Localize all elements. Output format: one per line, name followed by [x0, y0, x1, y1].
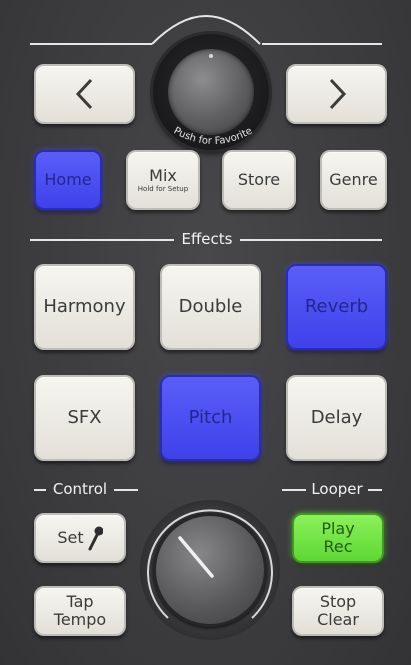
control-divider-right: [114, 489, 138, 491]
store-label: Store: [237, 170, 281, 189]
top-divider-left: [30, 43, 152, 45]
mix-button[interactable]: Mix Hold for Setup: [126, 150, 200, 210]
double-label: Double: [178, 296, 243, 317]
top-divider-right: [262, 43, 382, 45]
home-button[interactable]: Home: [34, 150, 102, 210]
delay-label: Delay: [310, 407, 363, 428]
set-button[interactable]: Set: [34, 513, 126, 563]
harmony-button[interactable]: Harmony: [34, 264, 135, 350]
pitch-label: Pitch: [188, 407, 233, 428]
stop-clear-button[interactable]: Stop Clear: [292, 586, 384, 636]
delay-button[interactable]: Delay: [286, 375, 387, 461]
mix-label: Mix: [149, 165, 177, 185]
tap-label: Tap: [66, 592, 94, 611]
looper-divider-left: [282, 489, 306, 491]
looper-divider-right: [368, 489, 382, 491]
genre-button[interactable]: Genre: [320, 150, 387, 210]
microphone-icon: [88, 526, 103, 551]
device-panel: Push for Favorite Home Mix Hold for Setu…: [0, 0, 411, 665]
sfx-button[interactable]: SFX: [34, 375, 135, 461]
genre-label: Genre: [329, 170, 378, 189]
reverb-label: Reverb: [304, 296, 369, 317]
effects-header: Effects: [181, 230, 233, 248]
level-knob-pointer: [178, 536, 214, 578]
chevron-right-icon: [329, 78, 346, 110]
tempo-label: Tempo: [53, 610, 107, 629]
tap-tempo-button[interactable]: Tap Tempo: [34, 586, 126, 636]
set-label: Set: [57, 528, 84, 547]
stop-label: Stop: [319, 592, 357, 611]
pitch-button[interactable]: Pitch: [160, 375, 261, 461]
sfx-label: SFX: [67, 407, 102, 428]
home-label: Home: [44, 170, 92, 189]
play-rec-button[interactable]: Play Rec: [292, 513, 384, 563]
rec-label: Rec: [323, 537, 353, 556]
play-label: Play: [321, 519, 355, 538]
clear-label: Clear: [317, 610, 359, 629]
reverb-button[interactable]: Reverb: [286, 264, 387, 350]
knob-caption: Push for Favorite: [172, 126, 255, 148]
mix-sublabel: Hold for Setup: [137, 184, 189, 193]
double-button[interactable]: Double: [160, 264, 261, 350]
level-knob[interactable]: [156, 516, 264, 624]
svg-text:Push for Favorite: Push for Favorite: [172, 126, 255, 148]
prev-button[interactable]: [34, 64, 135, 124]
store-button[interactable]: Store: [222, 150, 296, 210]
looper-header: Looper: [311, 480, 363, 498]
control-header: Control: [52, 480, 108, 498]
chevron-left-icon: [75, 78, 92, 110]
effects-divider-right: [240, 239, 382, 241]
next-button[interactable]: [286, 64, 387, 124]
browse-knob-indicator: [209, 54, 213, 58]
control-divider-left: [34, 489, 46, 491]
effects-divider-left: [30, 239, 174, 241]
harmony-label: Harmony: [43, 296, 126, 317]
